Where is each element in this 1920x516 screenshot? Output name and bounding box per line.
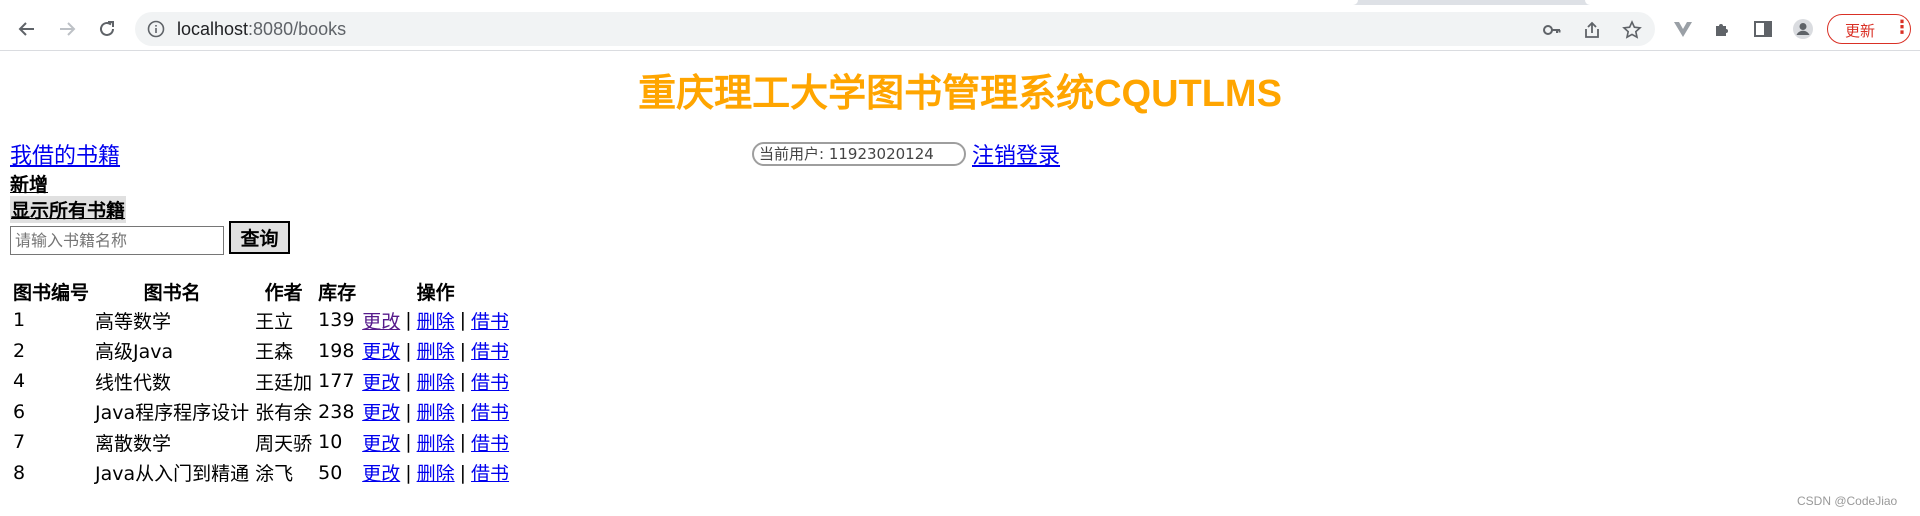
separator: |: [459, 431, 467, 454]
vue-devtools-icon[interactable]: [1672, 18, 1694, 40]
book-name: 高级Java: [95, 341, 174, 364]
watermark: CSDN @CodeJiao: [1797, 494, 1898, 508]
delete-link[interactable]: 删除: [417, 311, 455, 333]
book-name: Java从入门到精通: [95, 463, 250, 486]
reload-button[interactable]: [91, 13, 123, 45]
header-book-name: 图书名: [143, 281, 201, 304]
edit-link[interactable]: 更改: [362, 402, 400, 424]
separator: |: [459, 400, 467, 423]
book-name: Java程序程序设计: [95, 402, 250, 425]
book-id: 7: [13, 431, 26, 454]
browser-toolbar: localhost:8080/books 更新 ⋮: [0, 5, 1920, 51]
current-user-badge: 当前用户: 11923020124: [752, 142, 966, 166]
table-header-row: 图书编号 图书名 作者 库存 操作: [10, 277, 512, 305]
separator: |: [459, 339, 467, 362]
header-book-id: 图书编号: [13, 281, 90, 304]
book-author: 张有余: [255, 402, 313, 425]
book-name: 高等数学: [95, 310, 172, 333]
book-id: 8: [13, 461, 26, 484]
book-id: 4: [13, 370, 26, 393]
books-table: 图书编号 图书名 作者 库存 操作 1 高等数学 王立 139 更改 | 删除 …: [10, 277, 512, 488]
book-author: 王森: [255, 341, 294, 364]
separator: |: [405, 431, 412, 454]
separator: |: [405, 370, 412, 393]
book-stock: 198: [318, 339, 355, 362]
add-book-link[interactable]: 新增: [10, 170, 48, 197]
edit-link[interactable]: 更改: [362, 311, 400, 333]
borrow-link[interactable]: 借书: [471, 341, 509, 363]
forward-button[interactable]: [51, 13, 83, 45]
table-row: 7 离散数学 周天骄 10 更改 | 删除 | 借书: [10, 427, 512, 458]
borrow-link[interactable]: 借书: [471, 433, 509, 455]
extensions-puzzle-icon[interactable]: [1712, 18, 1734, 40]
table-row: 4 线性代数 王廷加 177 更改 | 删除 | 借书: [10, 366, 512, 397]
separator: |: [405, 461, 412, 484]
book-id: 1: [13, 309, 26, 332]
book-author: 周天骄: [255, 432, 313, 455]
url-text[interactable]: localhost:8080/books: [177, 19, 346, 40]
table-row: 1 高等数学 王立 139 更改 | 删除 | 借书: [10, 305, 512, 336]
query-button[interactable]: 查询: [229, 221, 290, 254]
header-stock: 库存: [318, 281, 357, 304]
edit-link[interactable]: 更改: [362, 463, 400, 485]
separator: |: [459, 461, 467, 484]
book-id: 6: [13, 400, 26, 423]
book-name: 离散数学: [95, 432, 172, 455]
key-icon[interactable]: [1542, 20, 1562, 40]
book-stock: 50: [318, 461, 343, 484]
header-author: 作者: [264, 281, 303, 304]
separator: |: [405, 400, 412, 423]
delete-link[interactable]: 删除: [417, 372, 455, 394]
side-panel-icon[interactable]: [1752, 18, 1774, 40]
edit-link[interactable]: 更改: [362, 372, 400, 394]
update-label: 更新: [1845, 22, 1876, 40]
address-bar[interactable]: localhost:8080/books: [135, 12, 1655, 46]
book-stock: 177: [318, 370, 355, 393]
table-row: 2 高级Java 王森 198 更改 | 删除 | 借书: [10, 336, 512, 367]
profile-avatar-icon[interactable]: [1792, 18, 1814, 40]
delete-link[interactable]: 删除: [417, 402, 455, 424]
site-info-icon[interactable]: [147, 20, 165, 38]
book-author: 王廷加: [255, 371, 313, 394]
delete-link[interactable]: 删除: [417, 463, 455, 485]
show-all-books-button[interactable]: 显示所有书籍: [10, 196, 127, 223]
reload-icon: [100, 21, 114, 36]
share-icon[interactable]: [1582, 20, 1602, 40]
edit-link[interactable]: 更改: [362, 433, 400, 455]
borrow-link[interactable]: 借书: [471, 402, 509, 424]
book-author: 王立: [255, 310, 294, 333]
book-name: 线性代数: [95, 371, 172, 394]
my-borrowed-books-link[interactable]: 我借的书籍: [10, 138, 120, 170]
delete-link[interactable]: 删除: [417, 341, 455, 363]
borrow-link[interactable]: 借书: [471, 311, 509, 333]
book-search-input[interactable]: [10, 226, 224, 255]
arrow-left-icon: [18, 22, 34, 36]
separator: |: [405, 339, 412, 362]
update-browser-button[interactable]: 更新 ⋮: [1827, 14, 1911, 44]
menu-dots-icon[interactable]: ⋮: [1893, 17, 1911, 38]
star-icon[interactable]: [1622, 20, 1642, 40]
arrow-right-icon: [60, 22, 76, 36]
book-id: 2: [13, 339, 26, 362]
borrow-link[interactable]: 借书: [471, 463, 509, 485]
separator: |: [459, 370, 467, 393]
book-stock: 10: [318, 431, 343, 454]
table-row: 6 Java程序程序设计 张有余 238 更改 | 删除 | 借书: [10, 397, 512, 428]
book-author: 涂飞: [255, 463, 294, 486]
edit-link[interactable]: 更改: [362, 341, 400, 363]
book-stock: 238: [318, 400, 355, 423]
table-row: 8 Java从入门到精通 涂飞 50 更改 | 删除 | 借书: [10, 458, 512, 489]
book-stock: 139: [318, 309, 355, 332]
page-title: 重庆理工大学图书管理系统CQUTLMS: [638, 73, 1282, 115]
header-actions: 操作: [416, 281, 455, 304]
delete-link[interactable]: 删除: [417, 433, 455, 455]
separator: |: [459, 309, 467, 332]
back-button[interactable]: [11, 13, 43, 45]
separator: |: [405, 309, 412, 332]
logout-link[interactable]: 注销登录: [972, 138, 1060, 170]
borrow-link[interactable]: 借书: [471, 372, 509, 394]
